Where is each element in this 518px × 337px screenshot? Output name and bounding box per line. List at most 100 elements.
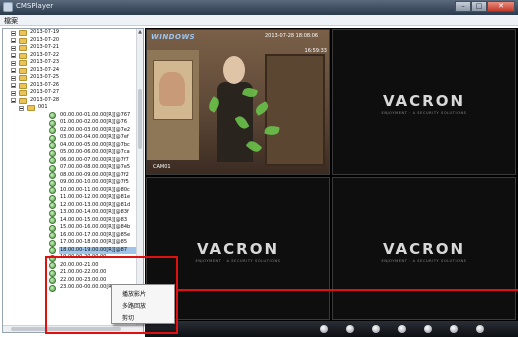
close-button[interactable]: ✕ — [487, 1, 515, 12]
tree-date-node[interactable]: 2013-07-24 — [3, 67, 137, 75]
recording-icon — [49, 157, 56, 164]
osd-date: 2013-07-28 18:08:06 — [265, 33, 319, 39]
tree-date-node[interactable]: 2013-07-21 — [3, 44, 137, 52]
tree-date-node[interactable]: 2013-07-22 — [3, 52, 137, 60]
recording-icon — [49, 179, 56, 187]
tree-recording-item[interactable]: 08.00.00-09.00.00[R][@7f2 — [3, 171, 137, 179]
tree-recording-label: 15.00.00-16.00.00[R][@84b — [60, 224, 131, 230]
expand-icon[interactable] — [11, 60, 16, 66]
tree-recording-item[interactable]: 03.00.00-04.00.00[R][@7ef — [3, 134, 137, 142]
tree-recording-item[interactable]: 17.00.00-18.00.00[R][@85 — [3, 239, 137, 247]
expand-icon[interactable] — [11, 83, 16, 88]
tree-recording-item[interactable]: 05.00.00-06.00.00[R][@7ca — [3, 149, 137, 157]
tree-recording-label: 13.00.00-14.00.00[R][@83f — [60, 209, 129, 215]
video-cell-4[interactable]: VACRON ENJOYMENT · A SECURITY SOLUTIONS — [332, 177, 516, 320]
tree-recording-item[interactable]: 14.00.00-15.00.00[R][@83 — [3, 217, 137, 224]
expand-icon[interactable] — [11, 68, 16, 73]
pause-icon[interactable] — [346, 325, 354, 333]
minimize-button[interactable]: – — [455, 1, 471, 12]
tree-channel-node[interactable]: 001 — [3, 104, 137, 112]
tree-recording-item[interactable]: 11.00.00-12.00.00[R][@81e — [3, 194, 137, 202]
tree-recording-item[interactable]: 15.00.00-16.00.00[R][@84b — [3, 224, 137, 232]
tree-recording-label: 04.00.00-05.00.00[R][@7bc — [60, 141, 130, 148]
osd-time: 16:59:33 — [304, 48, 327, 54]
expand-icon[interactable] — [11, 30, 16, 36]
tree-recording-item[interactable]: 06.00.00-07.00.00[R][@7f7 — [3, 156, 137, 164]
tree-list: 2013-07-19 2013-07-20 2013-07-21 2013-07-22… — [3, 29, 137, 292]
tree-date-node[interactable]: 2013-07-23 — [3, 59, 137, 67]
tree-recording-item[interactable]: 01.00.00-02.00.00[R][@76 — [3, 119, 137, 127]
video-cell-2[interactable]: VACRON ENJOYMENT · A SECURITY SOLUTIONS — [332, 29, 516, 175]
folder-icon — [19, 52, 27, 59]
tree-recording-label: 03.00.00-04.00.00[R][@7ef — [60, 134, 129, 140]
tree-date-label: 2013-07-19 — [30, 29, 60, 35]
tree-recording-label: 05.00.00-06.00.00[R][@7ca — [60, 149, 130, 155]
highlight-line — [176, 289, 518, 291]
folder-icon — [19, 82, 27, 89]
tree-recording-label: 02.00.00-03.00.00[R][@7e2 — [60, 126, 131, 133]
tree-date-node[interactable]: 2013-07-26 — [3, 82, 137, 90]
tree-channel-label: 001 — [38, 104, 48, 110]
recording-icon — [49, 194, 56, 202]
tree-recording-label: 00.00.00-01.00.00[R][@767 — [60, 111, 131, 118]
expand-icon[interactable] — [11, 38, 16, 43]
tree-recording-item[interactable]: 18.00.00-19.00.00[R][@87 — [3, 246, 137, 254]
tree-recording-item[interactable]: 04.00.00-05.00.00[R][@7bc — [3, 141, 137, 149]
tree-date-node[interactable]: 2013-07-27 — [3, 89, 137, 97]
tree-recording-item[interactable]: 13.00.00-14.00.00[R][@83f — [3, 209, 137, 217]
tree-recording-item[interactable]: 02.00.00-03.00.00[R][@7e2 — [3, 126, 137, 134]
tree-recording-item[interactable]: 09.00.00-10.00.00[R][@7f5 — [3, 179, 137, 187]
title-bar: CMSPlayer – □ ✕ — [0, 0, 518, 15]
recording-icon — [49, 202, 56, 209]
recording-icon — [49, 232, 56, 239]
tree-date-label: 2013-07-24 — [30, 66, 60, 73]
tree-date-node[interactable]: 2013-07-19 — [3, 29, 137, 37]
expand-icon[interactable] — [11, 45, 16, 51]
tree-recording-item[interactable]: 07.00.00-08.00.00[R][@7e5 — [3, 164, 137, 172]
expand-icon[interactable] — [11, 90, 16, 96]
tree-recording-item[interactable]: 00.00.00-01.00.00[R][@767 — [3, 111, 137, 119]
tree-date-label: 2013-07-28 — [30, 96, 60, 103]
window-title: CMSPlayer — [16, 2, 54, 10]
stop-icon[interactable] — [372, 325, 380, 333]
tree-recording-item[interactable]: 10.00.00-11.00.00[R][@80c — [3, 187, 137, 194]
tree-recording-item[interactable]: 12.00.00-13.00.00[R][@81d — [3, 201, 137, 209]
folder-icon — [19, 30, 27, 36]
scroll-up-icon[interactable]: ▲ — [137, 29, 143, 36]
expand-icon[interactable] — [19, 105, 24, 111]
expand-icon[interactable] — [11, 98, 16, 103]
maximize-button[interactable]: □ — [471, 1, 487, 12]
tree-recording-label: 06.00.00-07.00.00[R][@7f7 — [60, 156, 129, 163]
tree-date-node[interactable]: 2013-07-25 — [3, 74, 137, 82]
tree-date-node[interactable]: 2013-07-20 — [3, 37, 137, 45]
prev-icon[interactable] — [398, 325, 406, 333]
osd-camera-label: CAM01 — [153, 164, 171, 170]
menu-bar: 檔案 — [0, 15, 518, 26]
recording-icon — [49, 112, 56, 119]
tree-recording-label: 08.00.00-09.00.00[R][@7f2 — [60, 171, 129, 178]
expand-icon[interactable] — [11, 75, 16, 81]
video-cell-1[interactable]: WINDOWS 2013-07-28 18:08:06 16:59:33 CAM… — [146, 29, 330, 175]
app-window: CMSPlayer – □ ✕ 檔案 2013-07-19 2013-07-20 2… — [0, 0, 518, 337]
recording-icon — [49, 187, 56, 194]
playback-toolbar — [145, 321, 518, 337]
snapshot-icon[interactable] — [450, 325, 458, 333]
menu-file[interactable]: 檔案 — [4, 16, 18, 26]
tree-date-label: 2013-07-26 — [30, 81, 60, 88]
tree-recording-label: 12.00.00-13.00.00[R][@81d — [60, 201, 131, 208]
recording-icon — [49, 172, 56, 179]
folder-icon — [27, 105, 35, 111]
folder-icon — [19, 45, 27, 51]
next-icon[interactable] — [424, 325, 432, 333]
play-icon[interactable] — [320, 325, 328, 333]
tree-recording-item[interactable]: 16.00.00-17.00.00[R][@85e — [3, 231, 137, 239]
scroll-thumb[interactable] — [138, 89, 142, 149]
expand-icon[interactable] — [11, 53, 16, 58]
tree-recording-label: 16.00.00-17.00.00[R][@85e — [60, 231, 131, 238]
app-icon — [3, 2, 13, 12]
recording-icon — [49, 119, 56, 127]
folder-icon — [19, 37, 27, 44]
tree-date-node[interactable]: 2013-07-28 — [3, 97, 137, 105]
folder-icon — [19, 60, 27, 66]
volume-icon[interactable] — [476, 325, 484, 333]
